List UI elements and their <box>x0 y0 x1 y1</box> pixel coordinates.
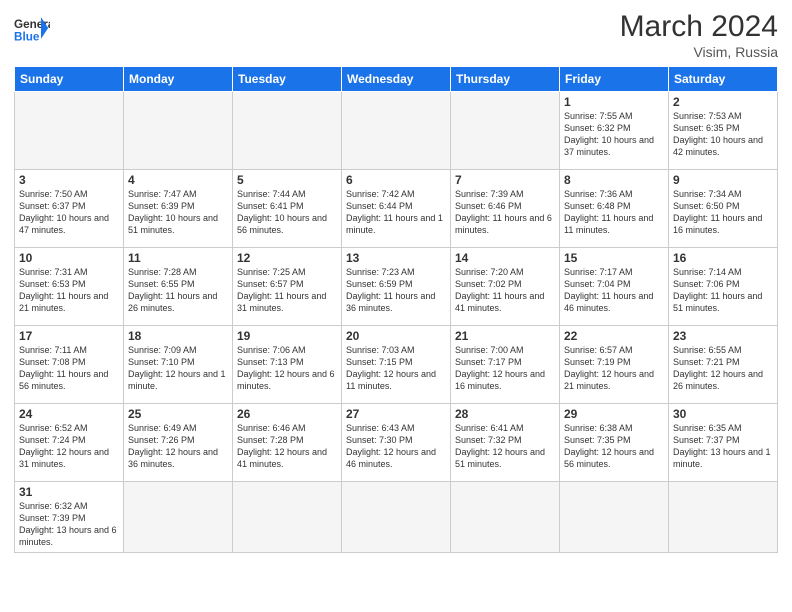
header-friday: Friday <box>560 67 669 92</box>
header-wednesday: Wednesday <box>342 67 451 92</box>
logo-icon: General Blue <box>14 10 50 46</box>
day-cell-25: 25 Sunrise: 6:49 AMSunset: 7:26 PMDaylig… <box>124 404 233 482</box>
day-info: Sunrise: 7:55 AMSunset: 6:32 PMDaylight:… <box>564 110 664 159</box>
empty-cell <box>669 482 778 553</box>
day-cell-30: 30 Sunrise: 6:35 AMSunset: 7:37 PMDaylig… <box>669 404 778 482</box>
day-cell-9: 9 Sunrise: 7:34 AMSunset: 6:50 PMDayligh… <box>669 170 778 248</box>
logo: General Blue <box>14 10 50 46</box>
day-cell-3: 3 Sunrise: 7:50 AMSunset: 6:37 PMDayligh… <box>15 170 124 248</box>
empty-cell <box>233 92 342 170</box>
day-cell-29: 29 Sunrise: 6:38 AMSunset: 7:35 PMDaylig… <box>560 404 669 482</box>
title-block: March 2024 Visim, Russia <box>620 10 778 60</box>
day-cell-15: 15 Sunrise: 7:17 AMSunset: 7:04 PMDaylig… <box>560 248 669 326</box>
day-cell-5: 5 Sunrise: 7:44 AMSunset: 6:41 PMDayligh… <box>233 170 342 248</box>
day-number: 2 <box>673 95 773 109</box>
table-row: 1 Sunrise: 7:55 AMSunset: 6:32 PMDayligh… <box>15 92 778 170</box>
day-cell-31: 31 Sunrise: 6:32 AMSunset: 7:39 PMDaylig… <box>15 482 124 553</box>
empty-cell <box>342 92 451 170</box>
day-cell-14: 14 Sunrise: 7:20 AMSunset: 7:02 PMDaylig… <box>451 248 560 326</box>
svg-text:Blue: Blue <box>14 31 40 44</box>
day-cell-18: 18 Sunrise: 7:09 AMSunset: 7:10 PMDaylig… <box>124 326 233 404</box>
day-cell-10: 10 Sunrise: 7:31 AMSunset: 6:53 PMDaylig… <box>15 248 124 326</box>
page-container: General Blue March 2024 Visim, Russia Su… <box>0 0 792 559</box>
empty-cell <box>342 482 451 553</box>
month-year-title: March 2024 <box>620 10 778 44</box>
header-thursday: Thursday <box>451 67 560 92</box>
header-tuesday: Tuesday <box>233 67 342 92</box>
day-cell-22: 22 Sunrise: 6:57 AMSunset: 7:19 PMDaylig… <box>560 326 669 404</box>
empty-cell <box>15 92 124 170</box>
empty-cell <box>560 482 669 553</box>
calendar-table: Sunday Monday Tuesday Wednesday Thursday… <box>14 66 778 553</box>
day-cell-1: 1 Sunrise: 7:55 AMSunset: 6:32 PMDayligh… <box>560 92 669 170</box>
day-cell-12: 12 Sunrise: 7:25 AMSunset: 6:57 PMDaylig… <box>233 248 342 326</box>
table-row: 24 Sunrise: 6:52 AMSunset: 7:24 PMDaylig… <box>15 404 778 482</box>
page-header: General Blue March 2024 Visim, Russia <box>14 10 778 60</box>
table-row: 10 Sunrise: 7:31 AMSunset: 6:53 PMDaylig… <box>15 248 778 326</box>
header-sunday: Sunday <box>15 67 124 92</box>
empty-cell <box>124 482 233 553</box>
table-row: 31 Sunrise: 6:32 AMSunset: 7:39 PMDaylig… <box>15 482 778 553</box>
day-cell-28: 28 Sunrise: 6:41 AMSunset: 7:32 PMDaylig… <box>451 404 560 482</box>
day-cell-21: 21 Sunrise: 7:00 AMSunset: 7:17 PMDaylig… <box>451 326 560 404</box>
day-cell-26: 26 Sunrise: 6:46 AMSunset: 7:28 PMDaylig… <box>233 404 342 482</box>
day-cell-7: 7 Sunrise: 7:39 AMSunset: 6:46 PMDayligh… <box>451 170 560 248</box>
header-monday: Monday <box>124 67 233 92</box>
empty-cell <box>451 92 560 170</box>
day-cell-17: 17 Sunrise: 7:11 AMSunset: 7:08 PMDaylig… <box>15 326 124 404</box>
day-number: 1 <box>564 95 664 109</box>
day-cell-6: 6 Sunrise: 7:42 AMSunset: 6:44 PMDayligh… <box>342 170 451 248</box>
day-cell-13: 13 Sunrise: 7:23 AMSunset: 6:59 PMDaylig… <box>342 248 451 326</box>
day-info: Sunrise: 7:53 AMSunset: 6:35 PMDaylight:… <box>673 110 773 159</box>
header-saturday: Saturday <box>669 67 778 92</box>
location-label: Visim, Russia <box>620 44 778 60</box>
day-cell-19: 19 Sunrise: 7:06 AMSunset: 7:13 PMDaylig… <box>233 326 342 404</box>
day-cell-8: 8 Sunrise: 7:36 AMSunset: 6:48 PMDayligh… <box>560 170 669 248</box>
day-cell-11: 11 Sunrise: 7:28 AMSunset: 6:55 PMDaylig… <box>124 248 233 326</box>
table-row: 17 Sunrise: 7:11 AMSunset: 7:08 PMDaylig… <box>15 326 778 404</box>
day-cell-20: 20 Sunrise: 7:03 AMSunset: 7:15 PMDaylig… <box>342 326 451 404</box>
weekday-header-row: Sunday Monday Tuesday Wednesday Thursday… <box>15 67 778 92</box>
table-row: 3 Sunrise: 7:50 AMSunset: 6:37 PMDayligh… <box>15 170 778 248</box>
day-cell-2: 2 Sunrise: 7:53 AMSunset: 6:35 PMDayligh… <box>669 92 778 170</box>
day-cell-4: 4 Sunrise: 7:47 AMSunset: 6:39 PMDayligh… <box>124 170 233 248</box>
empty-cell <box>451 482 560 553</box>
day-cell-16: 16 Sunrise: 7:14 AMSunset: 7:06 PMDaylig… <box>669 248 778 326</box>
empty-cell <box>124 92 233 170</box>
day-cell-23: 23 Sunrise: 6:55 AMSunset: 7:21 PMDaylig… <box>669 326 778 404</box>
day-cell-24: 24 Sunrise: 6:52 AMSunset: 7:24 PMDaylig… <box>15 404 124 482</box>
day-cell-27: 27 Sunrise: 6:43 AMSunset: 7:30 PMDaylig… <box>342 404 451 482</box>
empty-cell <box>233 482 342 553</box>
